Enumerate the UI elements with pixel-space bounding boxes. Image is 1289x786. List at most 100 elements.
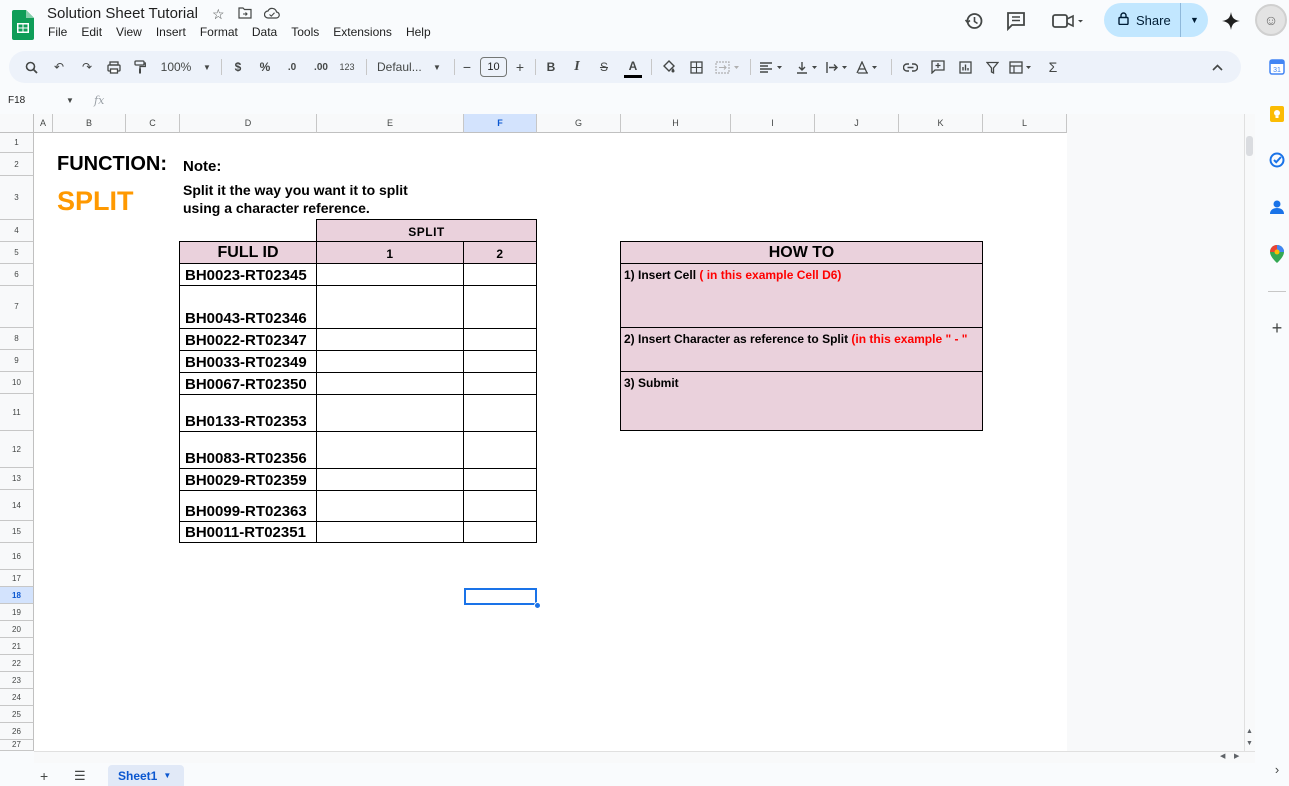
column-header-b[interactable]: B	[53, 114, 126, 133]
selected-cell-outline[interactable]	[464, 588, 537, 605]
font-select[interactable]: Defaul...	[377, 51, 427, 83]
comments-icon[interactable]	[1004, 9, 1028, 33]
row-header-15[interactable]: 15	[0, 521, 34, 543]
row-header-14[interactable]: 14	[0, 490, 34, 521]
percent-button[interactable]: %	[258, 51, 272, 83]
row-header-24[interactable]: 24	[0, 689, 34, 706]
howto-step-1[interactable]: 1) Insert Cell ( in this example Cell D6…	[620, 263, 983, 328]
font-size-increase-button[interactable]: +	[513, 51, 527, 83]
filter-views-icon[interactable]	[1007, 51, 1037, 83]
menu-insert[interactable]: Insert	[149, 25, 193, 41]
insert-comment-icon[interactable]	[928, 51, 948, 83]
column-header-l[interactable]: L	[983, 114, 1067, 133]
scroll-down-icon[interactable]: ▼	[1246, 740, 1253, 747]
tasks-icon[interactable]	[1268, 151, 1286, 169]
row-header-16[interactable]: 16	[0, 543, 34, 570]
scroll-up-icon[interactable]: ▲	[1246, 728, 1253, 735]
zoom-select[interactable]: 100%	[159, 51, 193, 83]
move-folder-icon[interactable]	[238, 6, 252, 22]
row-header-9[interactable]: 9	[0, 350, 34, 372]
increase-decimal-button[interactable]: .00	[310, 51, 332, 83]
strikethrough-button[interactable]: S	[597, 51, 611, 83]
expand-panel-icon[interactable]: ›	[1268, 760, 1286, 778]
meet-icon[interactable]	[1050, 9, 1086, 33]
name-box[interactable]: F18	[8, 95, 25, 106]
scroll-left-icon[interactable]: ◀	[1220, 752, 1225, 760]
split-result-cell[interactable]	[463, 350, 537, 373]
collapse-toolbar-icon[interactable]	[1207, 51, 1227, 83]
print-icon[interactable]	[103, 51, 125, 83]
currency-button[interactable]: $	[231, 51, 245, 83]
column-header-k[interactable]: K	[899, 114, 983, 133]
menu-format[interactable]: Format	[193, 25, 245, 41]
text-rotation-icon[interactable]	[854, 51, 884, 83]
formula-input[interactable]	[118, 92, 1255, 110]
split-result-cell[interactable]	[316, 468, 464, 491]
horizontal-scrollbar[interactable]	[34, 751, 1255, 763]
add-addon-icon[interactable]: +	[1268, 318, 1286, 338]
paint-format-icon[interactable]	[129, 51, 151, 83]
split-result-cell[interactable]	[463, 521, 537, 543]
version-history-icon[interactable]	[962, 9, 986, 33]
zoom-dropdown-icon[interactable]: ▼	[201, 51, 213, 83]
share-main[interactable]: Share	[1104, 12, 1180, 28]
vertical-align-icon[interactable]	[794, 51, 824, 83]
howto-step-3[interactable]: 3) Submit	[620, 371, 983, 431]
menu-extensions[interactable]: Extensions	[326, 25, 399, 41]
split-result-cell[interactable]	[463, 328, 537, 351]
row-header-6[interactable]: 6	[0, 264, 34, 286]
row-header-1[interactable]: 1	[0, 133, 34, 153]
row-header-20[interactable]: 20	[0, 621, 34, 638]
row-header-11[interactable]: 11	[0, 394, 34, 431]
full-id-cell[interactable]: BH0022-RT02347	[179, 328, 317, 351]
column-header-j[interactable]: J	[815, 114, 899, 133]
split-result-cell[interactable]	[316, 372, 464, 395]
redo-icon[interactable]: ↷	[77, 51, 97, 83]
split-result-cell[interactable]	[316, 263, 464, 286]
column-header-e[interactable]: E	[317, 114, 464, 133]
share-button[interactable]: Share ▼	[1104, 3, 1208, 37]
maps-icon[interactable]	[1268, 245, 1286, 263]
row-header-23[interactable]: 23	[0, 672, 34, 689]
vertical-scrollbar[interactable]	[1244, 114, 1255, 751]
document-title[interactable]: Solution Sheet Tutorial	[47, 5, 198, 22]
column-header-d[interactable]: D	[180, 114, 317, 133]
split-result-cell[interactable]	[316, 431, 464, 469]
split-result-cell[interactable]	[316, 285, 464, 329]
full-id-header-cell[interactable]: FULL ID	[179, 241, 317, 264]
row-header-17[interactable]: 17	[0, 570, 34, 587]
menu-tools[interactable]: Tools	[284, 25, 326, 41]
calendar-icon[interactable]: 31	[1268, 58, 1286, 76]
all-sheets-menu-icon[interactable]: ☰	[74, 768, 86, 784]
full-id-cell[interactable]: BH0029-RT02359	[179, 468, 317, 491]
number-format-button[interactable]: 123	[338, 51, 356, 83]
keep-icon[interactable]	[1268, 105, 1286, 123]
menu-view[interactable]: View	[109, 25, 149, 41]
sheet-tab-dropdown-icon[interactable]: ▼	[163, 771, 171, 780]
row-header-12[interactable]: 12	[0, 431, 34, 468]
search-icon[interactable]	[21, 51, 41, 83]
column-header-f[interactable]: F	[464, 114, 537, 133]
row-header-26[interactable]: 26	[0, 723, 34, 740]
share-dropdown-icon[interactable]: ▼	[1181, 15, 1208, 25]
split-result-cell[interactable]	[316, 394, 464, 432]
split-result-cell[interactable]	[316, 328, 464, 351]
column-header-c[interactable]: C	[126, 114, 180, 133]
column-header-i[interactable]: I	[731, 114, 815, 133]
decrease-decimal-button[interactable]: .0	[283, 51, 301, 83]
menu-edit[interactable]: Edit	[74, 25, 109, 41]
howto-step-2[interactable]: 2) Insert Character as reference to Spli…	[620, 327, 983, 372]
star-icon[interactable]: ☆	[212, 6, 225, 23]
row-header-18[interactable]: 18	[0, 587, 34, 604]
merge-cells-icon[interactable]	[713, 51, 743, 83]
text-color-button[interactable]: A	[624, 56, 642, 78]
full-id-cell[interactable]: BH0023-RT02345	[179, 263, 317, 286]
howto-header-cell[interactable]: HOW TO	[620, 241, 983, 264]
gemini-icon[interactable]	[1219, 9, 1243, 33]
font-size-decrease-button[interactable]: −	[460, 51, 474, 83]
row-header-2[interactable]: 2	[0, 153, 34, 176]
functions-button[interactable]: Σ	[1043, 51, 1063, 83]
font-dropdown-icon[interactable]: ▼	[431, 51, 443, 83]
split-result-cell[interactable]	[463, 468, 537, 491]
row-header-21[interactable]: 21	[0, 638, 34, 655]
